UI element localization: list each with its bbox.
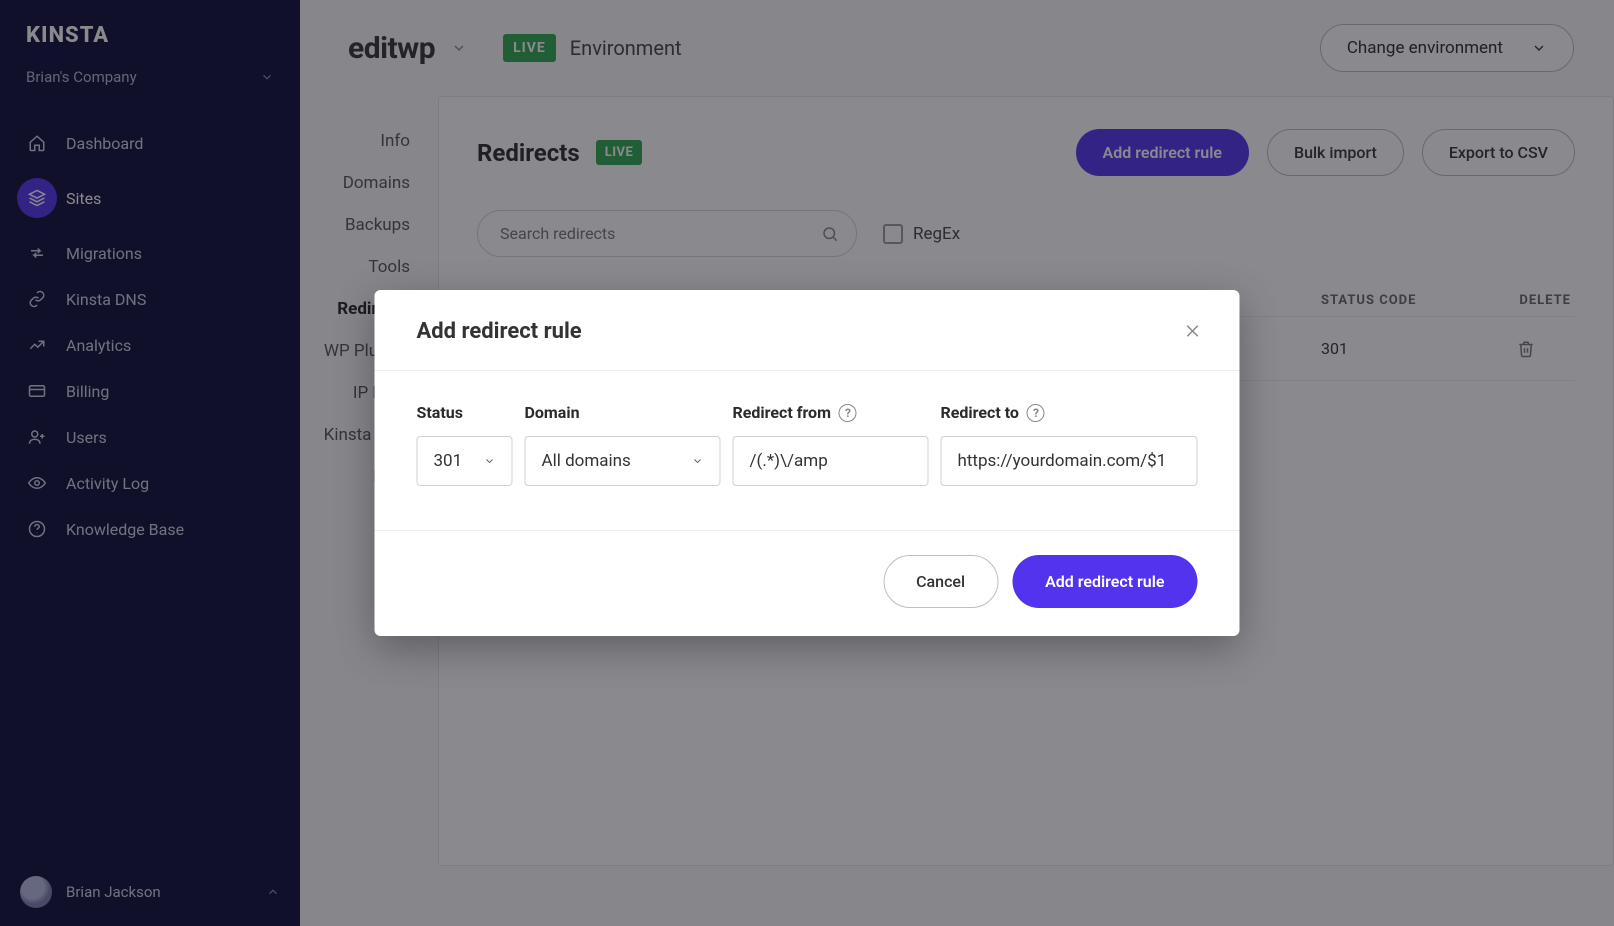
field-redirect-to: Redirect to? bbox=[941, 403, 1198, 486]
field-status: Status 301 bbox=[417, 403, 513, 486]
label-domain: Domain bbox=[525, 403, 721, 422]
modal-body: Status 301 Domain All domains Redirect f… bbox=[375, 371, 1240, 530]
chevron-down-icon bbox=[484, 455, 496, 467]
submit-button[interactable]: Add redirect rule bbox=[1012, 555, 1197, 608]
add-redirect-modal: Add redirect rule Status 301 Domain All … bbox=[375, 290, 1240, 636]
status-select[interactable]: 301 bbox=[417, 436, 513, 486]
modal-header: Add redirect rule bbox=[375, 290, 1240, 371]
help-icon[interactable]: ? bbox=[1027, 404, 1045, 422]
cancel-button[interactable]: Cancel bbox=[883, 555, 998, 608]
help-icon[interactable]: ? bbox=[839, 404, 857, 422]
modal-footer: Cancel Add redirect rule bbox=[375, 530, 1240, 636]
close-icon[interactable] bbox=[1180, 318, 1206, 344]
redirect-to-input[interactable] bbox=[941, 436, 1198, 486]
domain-select[interactable]: All domains bbox=[525, 436, 721, 486]
label-from: Redirect from? bbox=[733, 403, 929, 422]
field-redirect-from: Redirect from? bbox=[733, 403, 929, 486]
field-domain: Domain All domains bbox=[525, 403, 721, 486]
label-status: Status bbox=[417, 403, 513, 422]
label-to: Redirect to? bbox=[941, 403, 1198, 422]
modal-title: Add redirect rule bbox=[417, 319, 582, 344]
redirect-from-input[interactable] bbox=[733, 436, 929, 486]
chevron-down-icon bbox=[692, 455, 704, 467]
